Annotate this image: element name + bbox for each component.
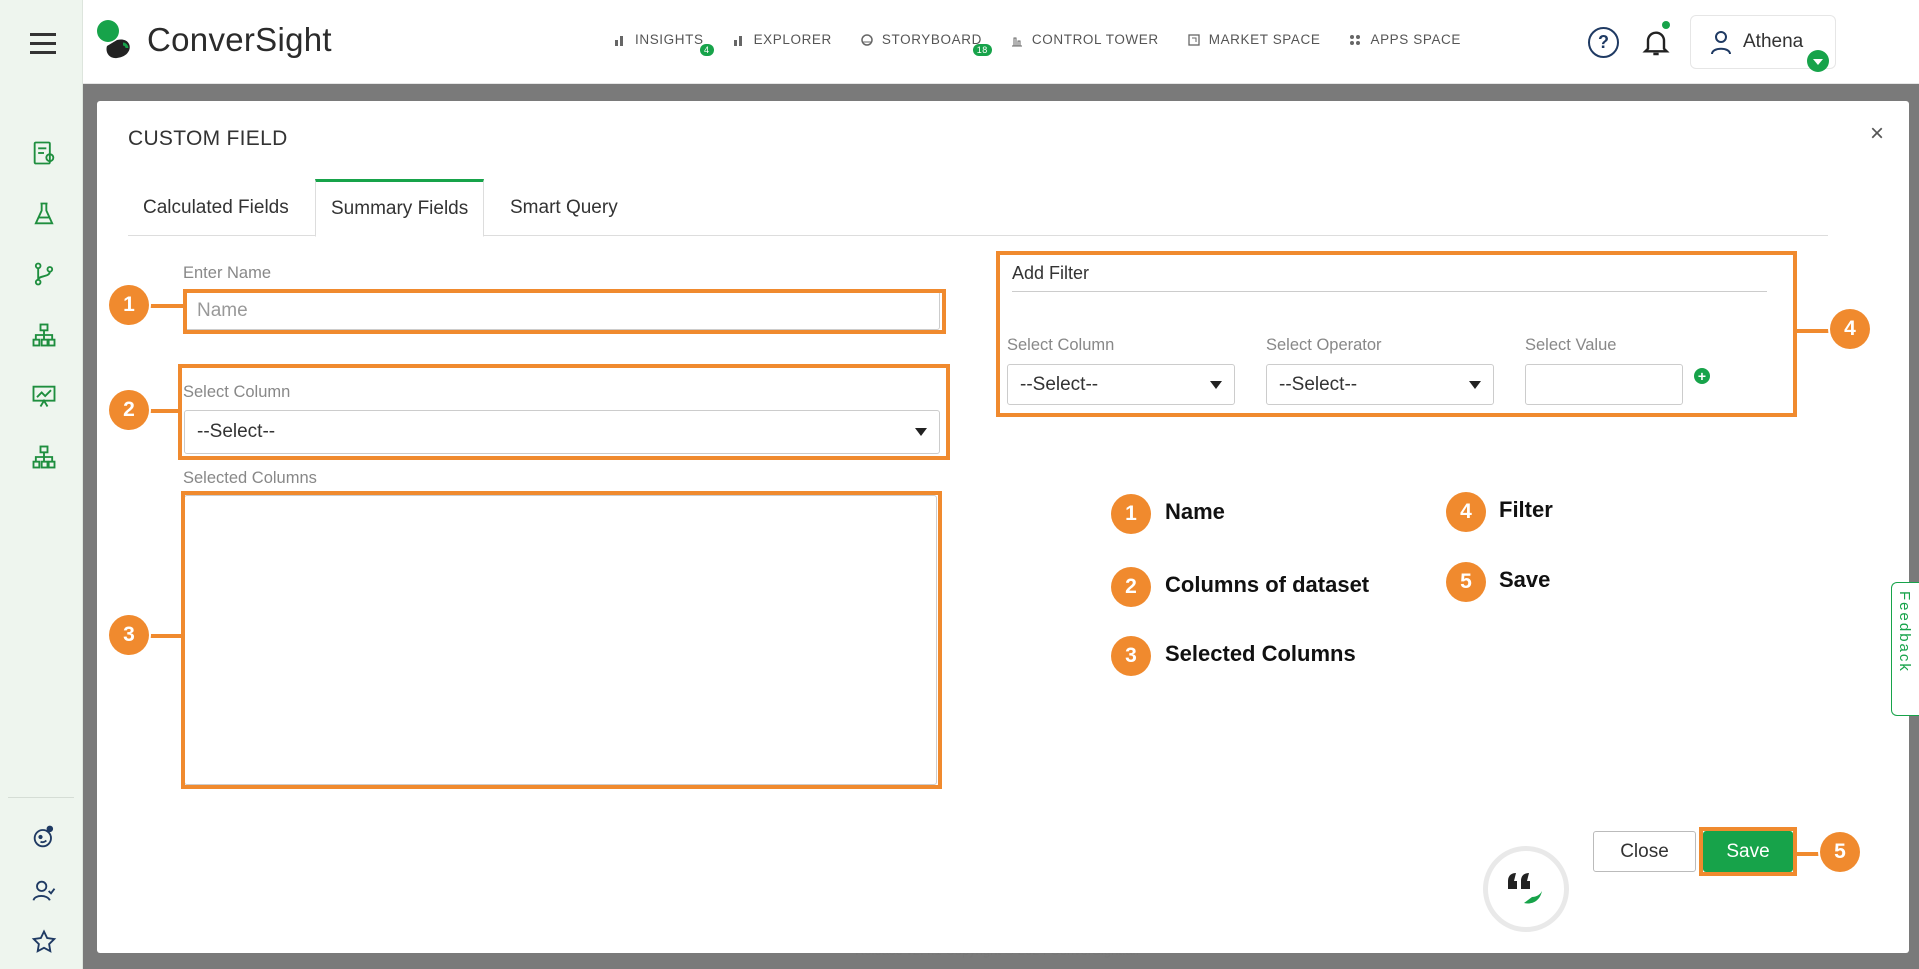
tab-bar: Calculated Fields Summary Fields Smart Q… [128,179,1828,237]
legend-text-5: Save [1499,567,1551,592]
nav-storyboard-label: STORYBOARD [881,32,982,47]
bot-icon[interactable] [26,819,62,855]
hamburger-menu-icon[interactable] [30,33,56,54]
callout-badge-5: 5 [1820,832,1860,872]
hierarchy-icon[interactable] [26,317,62,353]
nav-market-space-label: MARKET SPACE [1208,32,1321,47]
chat-assistant-button[interactable] [1483,846,1569,932]
presentation-icon[interactable] [26,378,62,414]
callout-box-select-column [178,364,950,460]
selected-columns-label: Selected Columns [183,469,317,487]
nav-storyboard-badge: 18 [972,44,992,56]
nav-insights-label: INSIGHTS [635,32,704,47]
nav-explorer[interactable]: EXPLORER [732,32,832,47]
tab-summary-fields[interactable]: Summary Fields [315,179,485,237]
nav-insights-badge: 4 [699,44,714,56]
brand-name: ConverSight [147,21,332,58]
org-chart-icon[interactable] [26,439,62,475]
assistant-logo-icon [1508,873,1542,904]
callout-badge-1: 1 [109,285,149,325]
user-dropdown-icon[interactable] [1807,50,1829,72]
close-icon[interactable]: × [1870,120,1884,148]
callout-box-filter [996,251,1797,417]
users-icon[interactable] [26,873,62,909]
star-icon[interactable] [26,924,62,960]
modal-title: CUSTOM FIELD [128,127,288,150]
storyboard-icon [861,33,873,46]
custom-field-modal: CUSTOM FIELD × Calculated Fields Summary… [97,101,1909,953]
nav-storyboard[interactable]: STORYBOARD 18 [860,32,992,56]
close-button[interactable]: Close [1593,831,1696,872]
nav-control-tower-label: CONTROL TOWER [1031,32,1159,47]
feedback-label: Feedback [1896,591,1913,673]
apps-grid-icon [1350,34,1361,45]
legend-text-2: Columns of dataset [1165,572,1370,597]
insights-report-icon[interactable] [26,135,62,171]
name-label: Enter Name [183,264,272,282]
help-icon[interactable]: ? [1588,27,1619,58]
bar-chart-icon [733,35,742,46]
branch-icon[interactable] [26,256,62,292]
notification-dot [1662,21,1670,29]
legend-badge-4: 4 [1446,492,1486,532]
legend-text-1: Name [1165,499,1225,524]
flask-icon[interactable] [26,196,62,232]
callout-badge-4: 4 [1830,309,1870,349]
legend-badge-3: 3 [1111,636,1151,676]
tab-calculated-fields[interactable]: Calculated Fields [128,179,304,236]
legend-text-4: Filter [1499,497,1553,522]
legend-text-3: Selected Columns [1165,641,1356,666]
user-name: Athena [1743,31,1804,52]
callout-box-name [183,289,946,334]
nav-insights[interactable]: INSIGHTS 4 [613,32,714,56]
feedback-tab[interactable]: Feedback [1891,582,1919,716]
main-nav: INSIGHTS 4 EXPLORER STORYBOARD 18 CONTRO… [613,32,1489,56]
help-glyph: ? [1598,32,1609,52]
user-icon [1711,31,1731,55]
save-button[interactable]: Save [1703,831,1793,872]
left-sidebar [0,0,83,969]
brand-logo[interactable]: ConverSight [95,18,332,62]
legend-badge-1: 1 [1111,494,1151,534]
callout-box-selected-columns [181,491,942,789]
tower-icon [1011,37,1022,46]
nav-explorer-label: EXPLORER [753,32,832,47]
app-root: { "brand":{"name":"ConverSight"}, "nav":… [0,0,1919,969]
nav-apps-space[interactable]: APPS SPACE [1348,32,1461,47]
bar-chart-icon [615,35,623,46]
tab-smart-query[interactable]: Smart Query [495,179,633,236]
sidebar-divider [8,797,74,798]
nav-control-tower[interactable]: CONTROL TOWER [1010,32,1159,47]
market-icon [1188,33,1200,46]
legend-badge-5: 5 [1446,562,1486,602]
conversight-logo-icon [97,20,130,59]
callout-badge-2: 2 [109,390,149,430]
legend-badge-2: 2 [1111,567,1151,607]
nav-apps-space-label: APPS SPACE [1370,32,1462,47]
notification-bell-icon[interactable] [1640,24,1672,60]
callout-badge-3: 3 [109,615,149,655]
nav-market-space[interactable]: MARKET SPACE [1187,32,1321,47]
